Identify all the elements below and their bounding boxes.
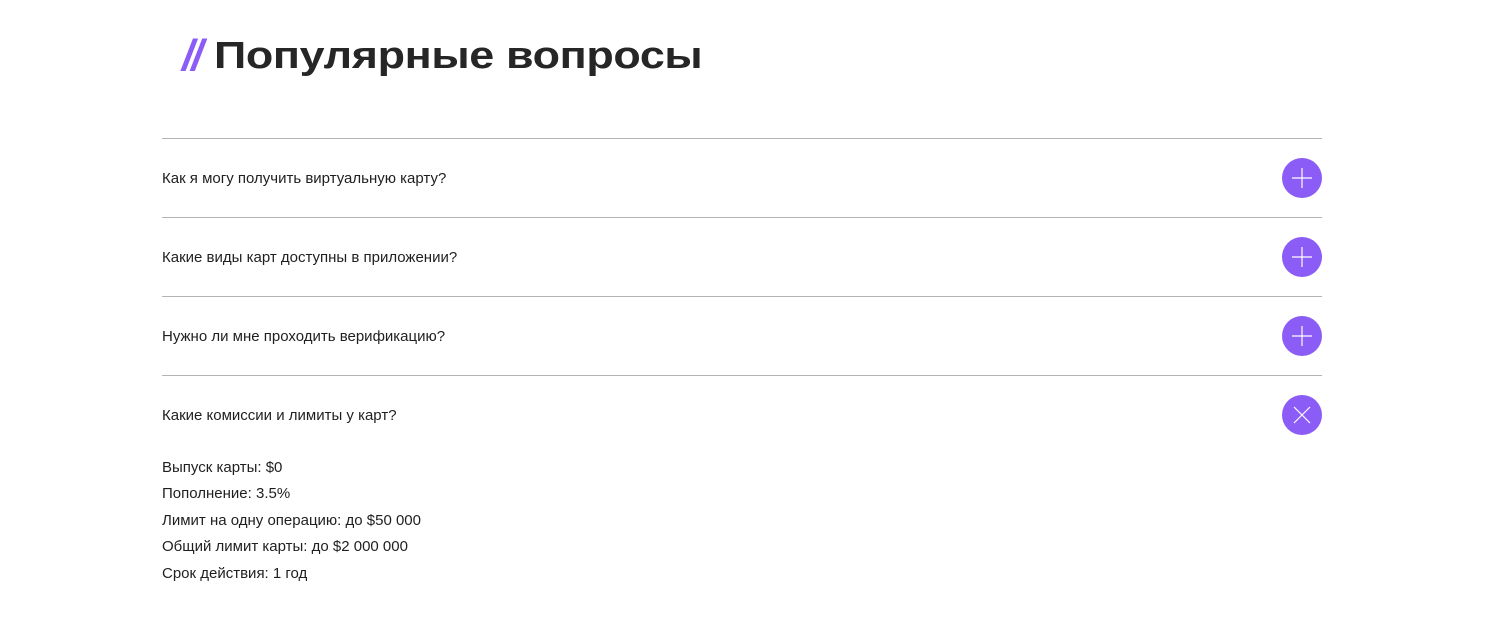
faq-question-row[interactable]: Нужно ли мне проходить верификацию? <box>162 297 1322 375</box>
expand-button[interactable] <box>1282 158 1322 198</box>
answer-line: Лимит на одну операцию: до $50 000 <box>162 511 421 529</box>
answer-line: Пополнение: 3.5% <box>162 485 291 503</box>
faq-item: Какие виды карт доступны в приложении? <box>162 217 1322 296</box>
faq-accordion: Как я могу получить виртуальную карту? К… <box>162 138 1322 587</box>
close-icon <box>1293 406 1311 424</box>
faq-answer: Выпуск карты: $0 Пополнение: 3.5% Лимит … <box>162 454 1322 587</box>
faq-question-row[interactable]: Какие комиссии и лимиты у карт? <box>162 376 1322 454</box>
faq-question: Какие комиссии и лимиты у карт? <box>162 406 397 424</box>
faq-item: Как я могу получить виртуальную карту? <box>162 138 1322 217</box>
section-heading: // Популярные вопросы <box>182 28 703 84</box>
faq-question-row[interactable]: Какие виды карт доступны в приложении? <box>162 218 1322 296</box>
plus-icon <box>1292 247 1312 267</box>
answer-line: Выпуск карты: $0 <box>162 459 283 476</box>
faq-question: Как я могу получить виртуальную карту? <box>162 169 447 187</box>
faq-question: Какие виды карт доступны в приложении? <box>162 248 458 266</box>
plus-icon <box>1292 326 1312 346</box>
expand-button[interactable] <box>1282 316 1322 356</box>
collapse-button[interactable] <box>1282 395 1322 435</box>
answer-line: Срок действия: 1 год <box>162 564 308 582</box>
answer-line: Общий лимит карты: до $2 000 000 <box>162 538 408 556</box>
expand-button[interactable] <box>1282 237 1322 277</box>
faq-item: Нужно ли мне проходить верификацию? <box>162 296 1322 375</box>
faq-question-row[interactable]: Как я могу получить виртуальную карту? <box>162 139 1322 217</box>
faq-question: Нужно ли мне проходить верификацию? <box>162 327 446 345</box>
faq-item-expanded: Какие комиссии и лимиты у карт? Выпуск к… <box>162 375 1322 587</box>
page-title: Популярные вопросы <box>214 34 703 77</box>
plus-icon <box>1292 168 1312 188</box>
heading-slashes: // <box>182 31 204 80</box>
